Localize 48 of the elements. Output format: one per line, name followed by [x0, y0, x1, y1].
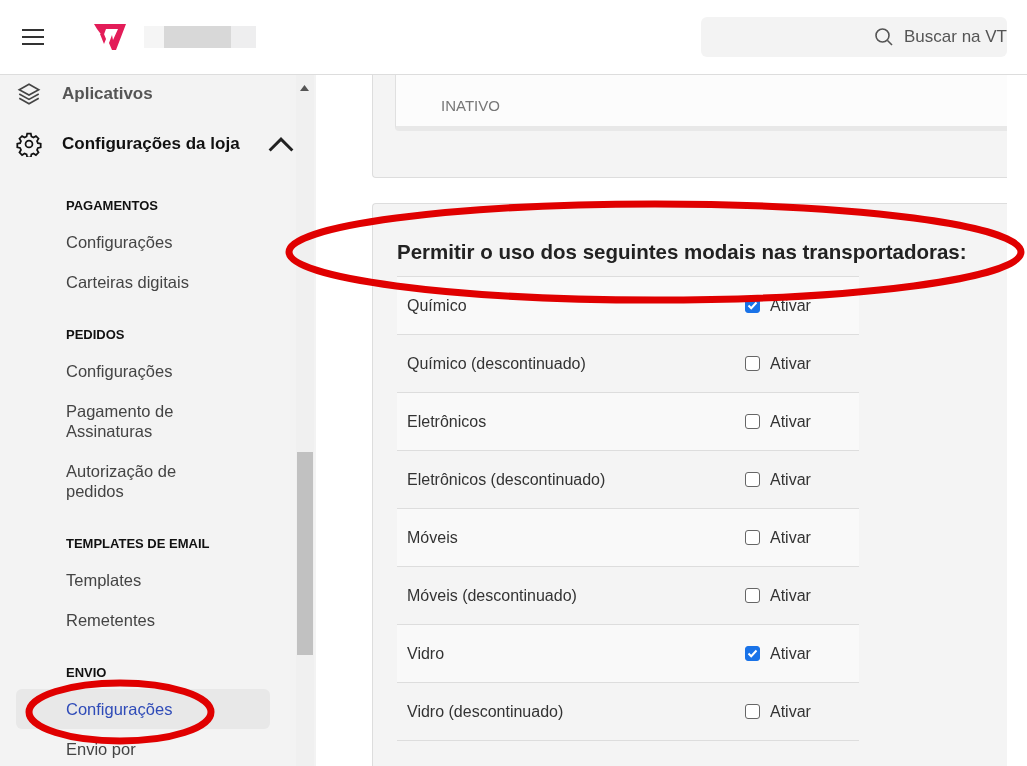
modal-name: Químico (descontinuado): [407, 354, 587, 373]
search-field[interactable]: Buscar na VT: [701, 17, 1007, 57]
settings-icon: [16, 131, 42, 157]
menu-icon[interactable]: [22, 28, 44, 46]
modal-name: Eletrônicos: [407, 412, 488, 431]
checkbox[interactable]: [745, 704, 760, 719]
checkbox-label: Ativar: [770, 354, 811, 373]
sidebar-link[interactable]: Templates: [16, 560, 270, 600]
sidebar-link[interactable]: Remetentes: [16, 600, 270, 640]
modal-name: Vidro: [407, 644, 446, 663]
checkbox[interactable]: [745, 646, 760, 661]
checkbox-label: Ativar: [770, 644, 811, 663]
modal-name: Vidro (descontinuado): [407, 702, 565, 721]
checkbox-label: Ativar: [770, 702, 811, 721]
sidebar-link[interactable]: Carteiras digitais: [16, 262, 270, 302]
section-title: ENVIO: [65, 665, 108, 680]
sidebar-link[interactable]: Configurações: [16, 222, 270, 262]
logo-icon[interactable]: [94, 24, 126, 50]
status-label: INATIVO: [441, 97, 500, 114]
search-icon: [874, 27, 894, 47]
sidebar-item[interactable]: Configurações da loja: [0, 119, 296, 169]
modal-name: Eletrônicos (descontinuado): [407, 470, 607, 489]
modal-name: Móveis (descontinuado): [407, 586, 578, 605]
checkbox-label: Ativar: [770, 470, 811, 489]
sidebar-item[interactable]: Aplicativos: [0, 75, 296, 119]
sidebar-link[interactable]: Autorização de pedidos: [16, 451, 270, 511]
checkbox[interactable]: [745, 356, 760, 371]
checkbox-label: Ativar: [770, 412, 811, 431]
sidebar-link[interactable]: Envio por: [16, 729, 270, 766]
section-title: PEDIDOS: [65, 327, 126, 342]
layers-icon: [16, 81, 42, 107]
sidebar-link[interactable]: Configurações: [16, 351, 270, 391]
sidebar-link[interactable]: Pagamento de Assinaturas: [16, 391, 270, 451]
checkbox-label: Ativar: [770, 296, 811, 315]
modal-name: Químico: [407, 296, 468, 315]
modal-name: Móveis: [407, 528, 459, 547]
scrollbar-thumb[interactable]: [297, 452, 313, 655]
checkbox[interactable]: [745, 414, 760, 429]
section-title: PAGAMENTOS: [65, 198, 159, 213]
checkbox-label: Ativar: [770, 528, 811, 547]
checkbox[interactable]: [745, 472, 760, 487]
sidebar-link[interactable]: Configurações: [16, 689, 270, 729]
section-title: TEMPLATES DE EMAIL: [65, 536, 211, 551]
checkbox[interactable]: [745, 588, 760, 603]
scroll-up-icon[interactable]: [300, 85, 309, 91]
checkbox[interactable]: [745, 530, 760, 545]
checkbox-label: Ativar: [770, 586, 811, 605]
section-heading: Permitir o uso dos seguintes modais nas transportadoras:: [397, 240, 968, 264]
